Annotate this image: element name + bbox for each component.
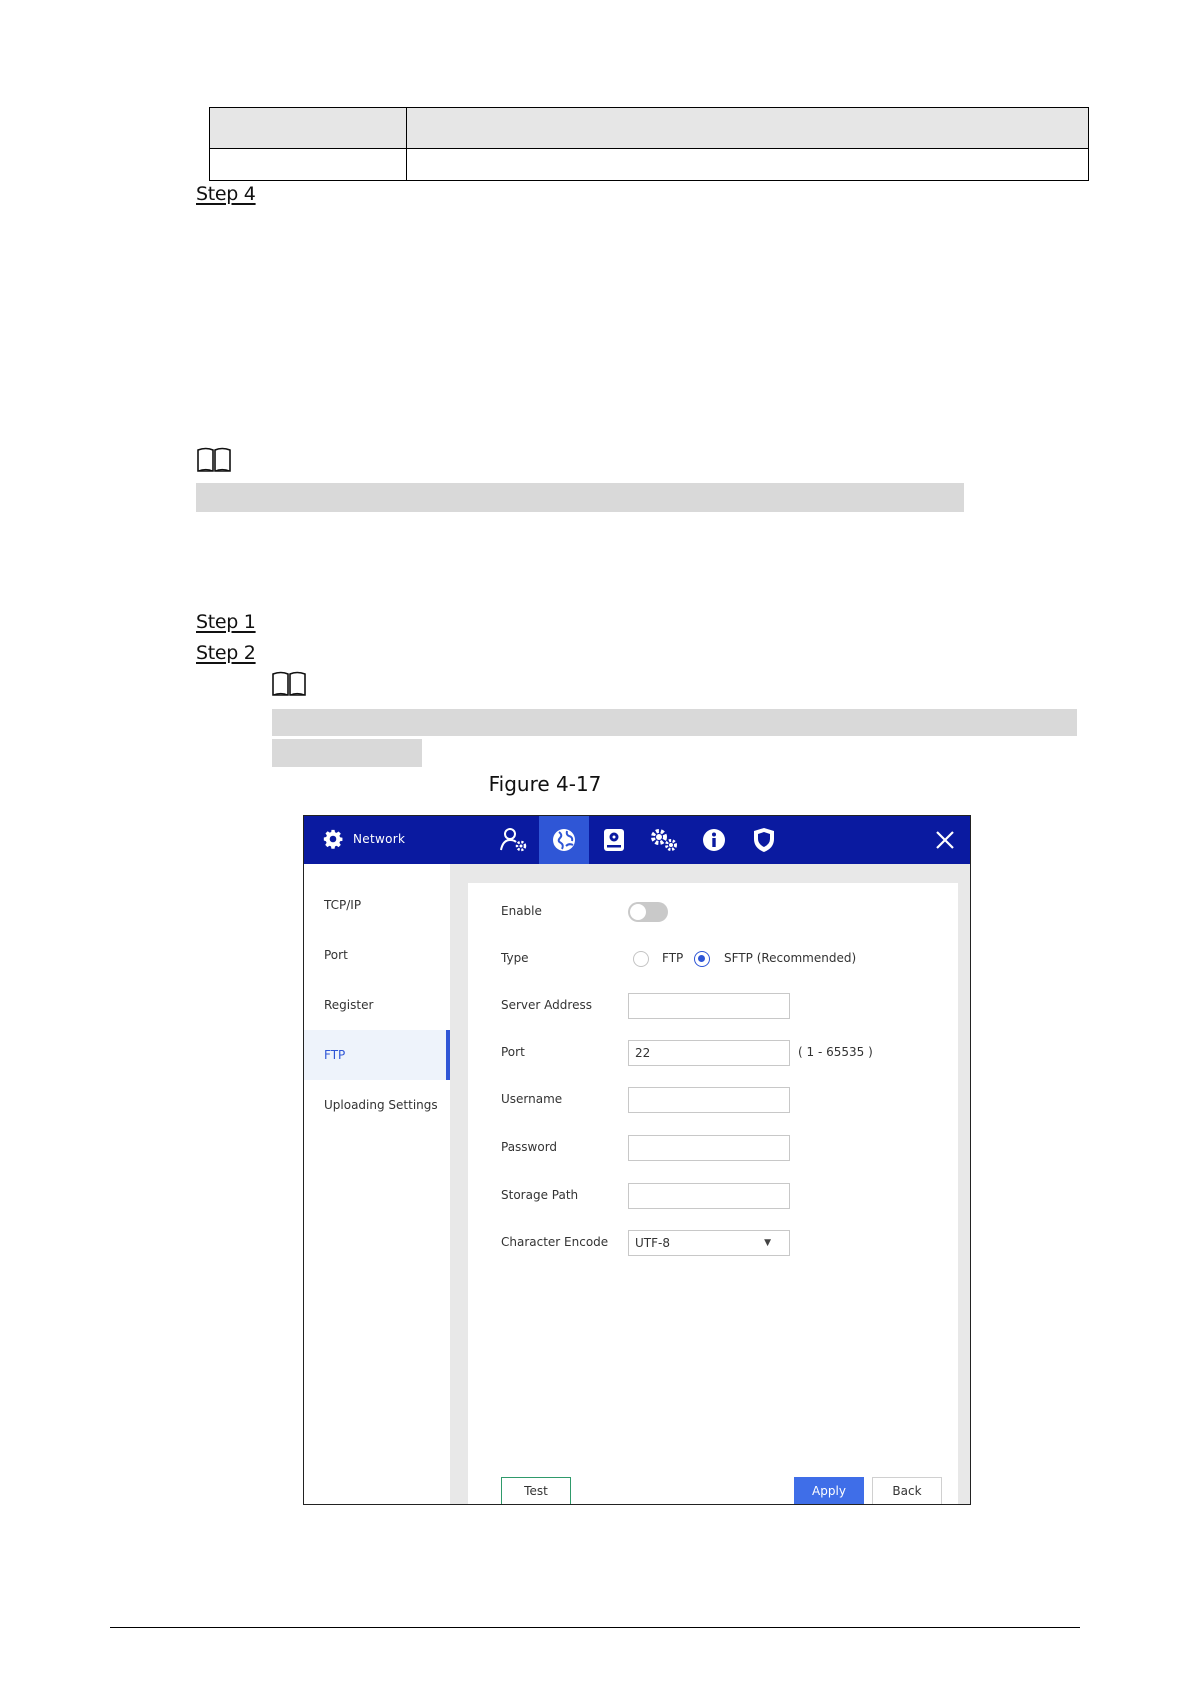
note-text-bar	[272, 709, 1077, 736]
sidebar-item-label: TCP/IP	[324, 898, 362, 912]
tab-storage[interactable]	[589, 816, 639, 864]
type-label: Type	[501, 951, 529, 965]
info-icon	[703, 829, 725, 851]
dropdown-arrow-icon: ▼	[764, 1238, 771, 1248]
test-button[interactable]: Test	[501, 1477, 571, 1504]
server-address-label: Server Address	[501, 998, 592, 1012]
sidebar-item-port[interactable]: Port	[304, 930, 450, 980]
network-ftp-screenshot: Network TCP/IP Port Register FTP Uploadi…	[303, 815, 971, 1505]
back-button[interactable]: Back	[872, 1477, 942, 1504]
port-input[interactable]: 22	[628, 1040, 790, 1066]
table-cell	[406, 148, 1089, 181]
sidebar-item-ftp[interactable]: FTP	[304, 1030, 450, 1080]
storage-icon	[604, 829, 624, 851]
note-text-bar	[272, 739, 422, 767]
gear-icon	[323, 829, 343, 849]
user-settings-icon	[500, 828, 527, 852]
server-address-input[interactable]	[628, 993, 790, 1019]
close-button[interactable]	[932, 827, 958, 853]
table-row	[209, 148, 1089, 181]
enable-label: Enable	[501, 904, 542, 918]
sidebar-item-label: FTP	[324, 1048, 346, 1062]
tab-system[interactable]	[639, 816, 689, 864]
sidebar-item-register[interactable]: Register	[304, 980, 450, 1030]
network-title: Network	[322, 828, 405, 850]
password-input[interactable]	[628, 1135, 790, 1161]
type-sftp-label: SFTP (Recommended)	[724, 951, 857, 965]
security-shield-icon	[754, 828, 774, 852]
sidebar-item-label: Register	[324, 998, 374, 1012]
tab-account[interactable]	[489, 816, 539, 864]
toggle-knob	[630, 904, 646, 920]
table-cell	[209, 107, 407, 149]
note-book-icon	[197, 447, 231, 472]
sidebar-item-uploading-settings[interactable]: Uploading Settings	[304, 1080, 450, 1130]
table-cell	[209, 148, 407, 181]
note-book-icon	[272, 671, 306, 696]
enable-toggle[interactable]	[628, 902, 668, 922]
port-range-hint: ( 1 - 65535 )	[798, 1045, 873, 1059]
step-4-label: Step 4	[196, 183, 256, 205]
username-label: Username	[501, 1092, 563, 1106]
tab-security[interactable]	[739, 816, 789, 864]
password-label: Password	[501, 1140, 558, 1154]
top-nav-bar: Network	[304, 816, 970, 864]
sidebar: TCP/IP Port Register FTP Uploading Setti…	[304, 864, 450, 1504]
character-encode-value: UTF-8	[635, 1236, 670, 1250]
step-2-label: Step 2	[196, 642, 256, 664]
network-globe-icon	[553, 829, 575, 851]
close-icon	[936, 831, 954, 849]
apply-button[interactable]: Apply	[794, 1477, 864, 1504]
sidebar-item-tcpip[interactable]: TCP/IP	[304, 880, 450, 930]
figure-caption: Figure 4-17	[488, 772, 602, 796]
character-encode-select[interactable]: UTF-8 ▼	[628, 1230, 790, 1256]
storage-path-label: Storage Path	[501, 1188, 579, 1202]
type-ftp-radio[interactable]	[633, 951, 649, 967]
note-text-bar	[196, 483, 964, 512]
table-header-row	[209, 107, 1089, 149]
sidebar-item-label: Uploading Settings	[324, 1098, 438, 1112]
tab-info[interactable]	[689, 816, 739, 864]
port-label: Port	[501, 1045, 525, 1059]
ftp-settings-panel: Enable Type FTP SFTP (Recommended) Serve…	[468, 883, 958, 1504]
step-1-label: Step 1	[196, 611, 256, 633]
header-title: Network	[353, 832, 406, 846]
character-encode-label: Character Encode	[501, 1235, 609, 1249]
storage-path-input[interactable]	[628, 1183, 790, 1209]
sidebar-item-label: Port	[324, 948, 348, 962]
type-ftp-label: FTP	[662, 951, 684, 965]
type-sftp-radio[interactable]	[694, 951, 710, 967]
footer-rule	[110, 1627, 1080, 1628]
username-input[interactable]	[628, 1087, 790, 1113]
parameter-table	[209, 107, 1089, 181]
system-settings-icon	[651, 829, 677, 851]
table-cell	[406, 107, 1089, 149]
tab-network[interactable]	[539, 816, 589, 864]
